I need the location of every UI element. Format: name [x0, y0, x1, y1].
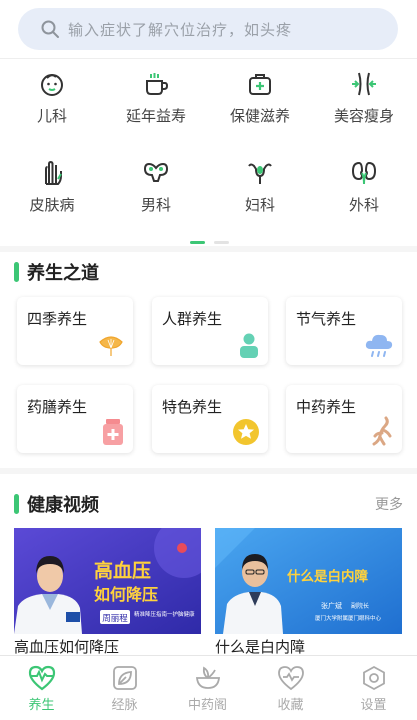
- medicine-bottle-icon: [103, 419, 123, 445]
- card-label: 节气养生: [296, 310, 357, 328]
- divider: [0, 58, 417, 59]
- heart-pulse-icon: [28, 665, 55, 691]
- tab-meridians[interactable]: 经脉: [83, 656, 166, 720]
- video-thumbnail: 周丽程 高血压 如何降压 精准降压指南一护脑健康: [14, 528, 201, 634]
- tab-label: 养生: [28, 698, 55, 713]
- search-header: 输入症状了解穴位治疗，如头疼: [0, 0, 417, 58]
- tab-label: 收藏: [277, 698, 304, 713]
- card-label: 特色养生: [162, 398, 223, 416]
- bottom-tab-bar: 养生 经脉 中药阁 收藏 设置: [0, 655, 417, 720]
- wellness-card-seasons[interactable]: 四季养生: [17, 297, 133, 365]
- card-label: 药膳养生: [27, 398, 88, 416]
- video-card-cataract[interactable]: 什么是白内障 张广斌 副院长 厦门大学附属厦门眼科中心 什么是白内障: [215, 528, 402, 658]
- wellness-section-title: 养生之道: [14, 259, 99, 285]
- category-surgery[interactable]: 外科: [312, 159, 416, 215]
- thumb-caption: 精准降压指南一护脑健康: [134, 610, 195, 618]
- section-title: 健康视频: [27, 495, 99, 516]
- wellness-card-medicinal-diet[interactable]: 药膳养生: [17, 385, 133, 453]
- settings-icon: [362, 665, 385, 691]
- tab-herbs[interactable]: 中药阁: [166, 656, 249, 720]
- tab-wellness[interactable]: 养生: [0, 656, 83, 720]
- tab-label: 设置: [360, 698, 387, 713]
- child-face-icon: [41, 74, 63, 96]
- category-nourishing[interactable]: 保健滋养: [208, 70, 312, 126]
- tab-settings[interactable]: 设置: [332, 656, 415, 720]
- more-videos-link[interactable]: 更多: [375, 494, 403, 514]
- category-label: 妇科: [244, 196, 275, 214]
- wellness-card-herbal[interactable]: 中药养生: [286, 385, 402, 453]
- hand-skin-icon: [45, 160, 62, 185]
- rain-cloud-icon: [365, 334, 393, 357]
- teacup-icon: [146, 73, 169, 95]
- category-longevity[interactable]: 延年益寿: [104, 70, 208, 126]
- section-gap: [0, 468, 417, 474]
- doctor-name: 周丽程: [102, 614, 128, 624]
- thumb-title: 什么是白内障: [287, 568, 368, 585]
- video-card-hypertension[interactable]: 周丽程 高血压 如何降压 精准降压指南一护脑健康 高血压如何降压: [14, 528, 201, 658]
- wellness-card-solar-terms[interactable]: 节气养生: [286, 297, 402, 365]
- category-label: 外科: [348, 196, 379, 214]
- leaf-icon: [112, 666, 137, 690]
- category-andrology[interactable]: 男科: [104, 159, 208, 215]
- thumb-caption: 厦门大学附属厦门眼科中心: [315, 614, 382, 622]
- waist-slim-icon: [352, 72, 376, 96]
- card-label: 中药养生: [296, 398, 357, 416]
- wellness-card-special[interactable]: 特色养生: [152, 385, 268, 453]
- search-icon: [41, 20, 59, 38]
- title-accent-bar: [14, 494, 19, 514]
- section-gap: [0, 246, 417, 252]
- category-beauty-slim[interactable]: 美容瘦身: [312, 70, 416, 126]
- category-label: 男科: [140, 196, 171, 214]
- category-dermatology[interactable]: 皮肤病: [0, 159, 104, 215]
- search-placeholder: 输入症状了解穴位治疗，如头疼: [68, 20, 293, 39]
- kidney-icon: [351, 161, 377, 185]
- wellness-card-groups[interactable]: 人群养生: [152, 297, 268, 365]
- doctor-role: 副院长: [351, 602, 369, 610]
- tab-favorites[interactable]: 收藏: [249, 656, 332, 720]
- tab-label: 经脉: [111, 698, 138, 713]
- search-input[interactable]: 输入症状了解穴位治疗，如头疼: [18, 8, 398, 50]
- category-label: 延年益寿: [125, 107, 186, 125]
- ginseng-root-icon: [372, 416, 392, 446]
- card-label: 人群养生: [162, 310, 223, 328]
- card-label: 四季养生: [27, 310, 88, 328]
- category-label: 保健滋养: [229, 107, 290, 125]
- star-badge-icon: [233, 419, 259, 445]
- category-pediatrics[interactable]: 儿科: [0, 70, 104, 126]
- doctor-name: 张广斌: [321, 601, 342, 610]
- category-gynecology[interactable]: 妇科: [208, 159, 312, 215]
- video-title: 高血压如何降压: [14, 638, 120, 656]
- uterus-icon: [248, 163, 272, 184]
- category-label: 儿科: [36, 107, 67, 125]
- thumb-title-line2: 如何降压: [94, 585, 158, 604]
- videos-section-title: 健康视频: [14, 491, 99, 517]
- male-organ-icon: [143, 162, 169, 182]
- page-dot-active: [190, 241, 205, 244]
- title-accent-bar: [14, 262, 19, 282]
- first-aid-kit-icon: [249, 74, 271, 95]
- person-icon: [240, 333, 258, 358]
- herb-bowl-icon: [195, 666, 220, 689]
- thumb-title-line1: 高血压: [94, 559, 151, 582]
- section-title: 养生之道: [27, 263, 99, 284]
- category-label: 皮肤病: [29, 196, 75, 214]
- heart-icon: [277, 666, 304, 691]
- category-label: 美容瘦身: [333, 107, 394, 125]
- page-dot: [214, 241, 230, 244]
- video-title: 什么是白内障: [215, 638, 306, 656]
- ginkgo-leaf-icon: [99, 336, 123, 356]
- tab-label: 中药阁: [187, 698, 227, 713]
- video-thumbnail: 什么是白内障 张广斌 副院长 厦门大学附属厦门眼科中心: [215, 528, 402, 634]
